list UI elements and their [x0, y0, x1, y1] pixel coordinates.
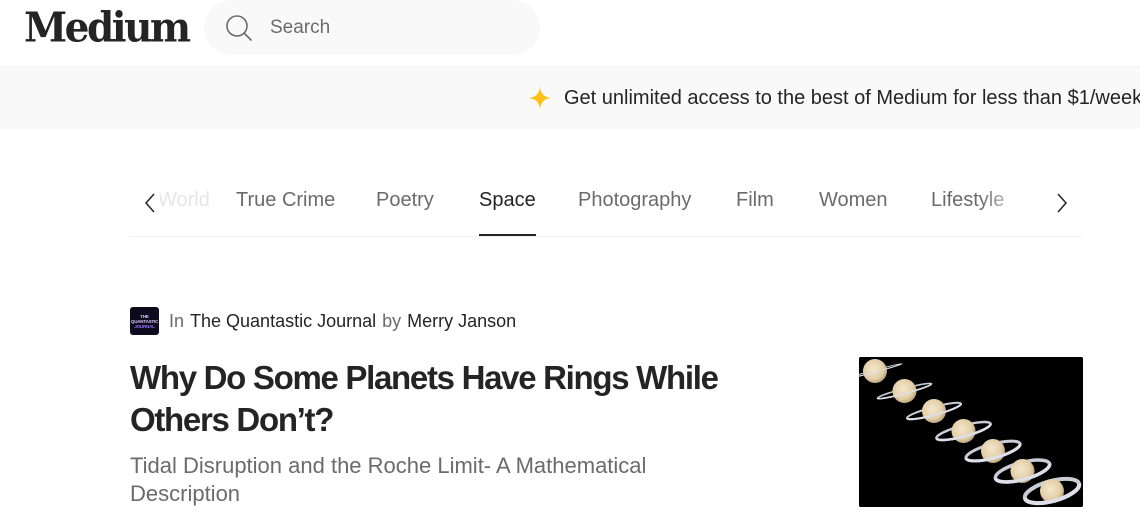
- publication-avatar[interactable]: THE QUANTASTIC JOURNAL: [130, 307, 159, 335]
- tab-photography[interactable]: Photography: [578, 189, 691, 212]
- tab-space[interactable]: Space: [479, 189, 536, 236]
- tab-women[interactable]: Women: [819, 189, 888, 212]
- search-bar[interactable]: [204, 0, 540, 55]
- tab-film[interactable]: Film: [736, 189, 774, 212]
- tab-lifestyle[interactable]: Lifestyle: [931, 189, 1004, 212]
- top-header: Medium: [0, 0, 1140, 67]
- publication-link[interactable]: The Quantastic Journal: [190, 311, 376, 332]
- tab-world[interactable]: World: [158, 189, 210, 212]
- tab-poetry[interactable]: Poetry: [376, 189, 434, 212]
- banner-text[interactable]: Get unlimited access to the best of Medi…: [564, 87, 1140, 110]
- article-title[interactable]: Why Do Some Planets Have Rings While Oth…: [130, 357, 770, 441]
- search-input[interactable]: [270, 12, 520, 44]
- topic-tabs: World True Crime Poetry Space Photograph…: [130, 170, 1082, 237]
- membership-banner[interactable]: Get unlimited access to the best of Medi…: [0, 67, 1140, 129]
- pub-logo-line: JOURNAL: [134, 323, 155, 329]
- saturn-sequence-image: [859, 357, 1083, 507]
- article-subtitle[interactable]: Tidal Disruption and the Roche Limit- A …: [130, 452, 750, 508]
- author-link[interactable]: Merry Janson: [407, 311, 516, 332]
- by-label: by: [382, 310, 402, 331]
- medium-logo[interactable]: Medium: [24, 4, 191, 52]
- article-meta: THE QUANTASTIC JOURNAL In The Quantastic…: [130, 307, 522, 335]
- in-label: In: [169, 310, 185, 331]
- tab-true-crime[interactable]: True Crime: [236, 189, 335, 212]
- article-thumbnail[interactable]: [859, 357, 1083, 507]
- chevron-left-icon[interactable]: [140, 190, 160, 216]
- sparkle-icon: [529, 87, 551, 109]
- search-icon: [226, 15, 252, 41]
- chevron-right-icon[interactable]: [1052, 190, 1072, 216]
